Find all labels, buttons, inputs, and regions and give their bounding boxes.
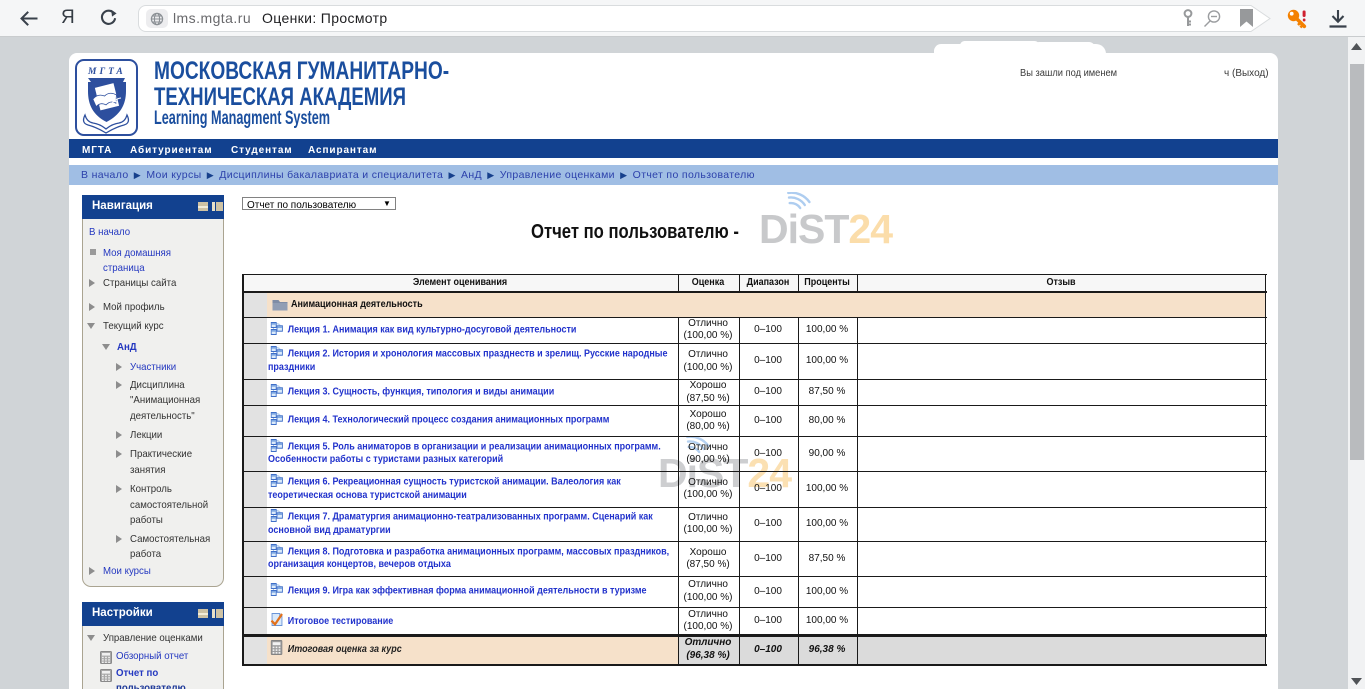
svg-text:DiST24: DiST24 [759,206,893,252]
svg-text:МГТА: МГТА [87,67,126,77]
